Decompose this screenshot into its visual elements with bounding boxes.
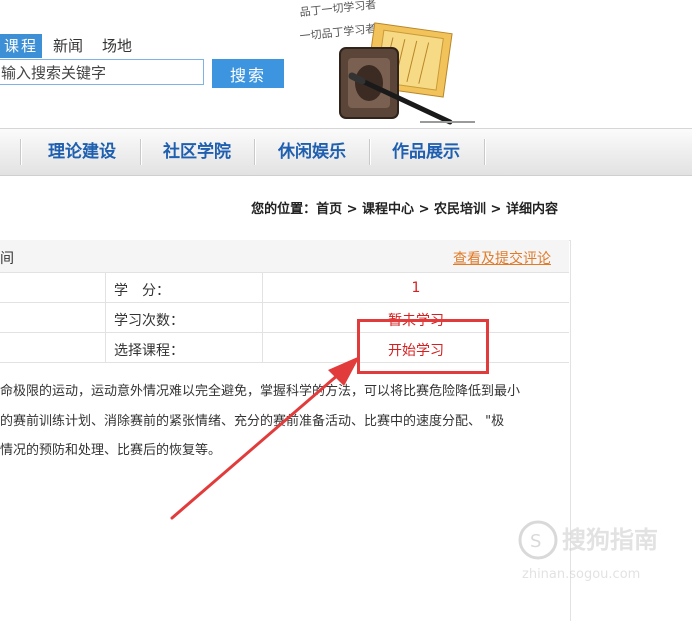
tab-news[interactable]: 新闻: [53, 36, 83, 56]
nav-separator: [484, 139, 485, 165]
breadcrumb-separator: >: [342, 202, 363, 217]
breadcrumb-current: 详细内容: [505, 202, 558, 217]
logo-calligraphy-line1: 品丁一切学习者: [299, 0, 377, 19]
annotation-arrow-icon: [170, 356, 360, 520]
nav-separator: [369, 139, 370, 165]
logo-calligraphy-line2: 一切品丁学习者: [299, 21, 377, 43]
nav-separator: [20, 139, 21, 165]
sogou-watermark: S 搜狗指南 zhinan.sogou.com: [518, 520, 658, 582]
breadcrumb-home[interactable]: 首页: [316, 202, 342, 217]
breadcrumb: 您的位置：首页 > 课程中心 > 农民培训 > 详细内容: [251, 198, 558, 217]
nav-item-leisure[interactable]: 休闲娱乐: [278, 129, 346, 175]
breadcrumb-prefix: 您的位置：: [251, 202, 317, 217]
credits-value: 1: [411, 280, 421, 296]
credits-label: 学 分：: [114, 283, 170, 299]
nav-item-community-college[interactable]: 社区学院: [163, 129, 231, 175]
nav-item-works[interactable]: 作品展示: [392, 129, 460, 175]
study-count-label: 学习次数：: [114, 313, 184, 329]
nav-item-theory[interactable]: 理论建设: [48, 129, 116, 175]
watermark-url: zhinan.sogou.com: [522, 567, 640, 582]
search-button[interactable]: 搜索: [212, 59, 284, 88]
tab-courses[interactable]: 课程: [0, 34, 42, 58]
nav-separator: [140, 139, 141, 165]
view-comments-link[interactable]: 查看及提交评论: [453, 248, 551, 268]
course-title: 间: [0, 251, 14, 267]
breadcrumb-farmer-training[interactable]: 农民培训: [434, 202, 486, 217]
tab-venues[interactable]: 场地: [102, 36, 132, 56]
table-row-divider: [0, 302, 569, 303]
breadcrumb-course-center[interactable]: 课程中心: [362, 202, 414, 217]
site-logo-illustration: 品丁一切学习者 一切品丁学习者: [299, 0, 475, 125]
watermark-text: 搜狗指南: [562, 526, 658, 554]
search-input[interactable]: [0, 59, 204, 85]
nav-separator: [254, 139, 255, 165]
breadcrumb-separator: >: [414, 202, 435, 217]
table-column-divider: [105, 273, 106, 362]
svg-text:S: S: [530, 531, 541, 552]
breadcrumb-separator: >: [486, 202, 506, 217]
